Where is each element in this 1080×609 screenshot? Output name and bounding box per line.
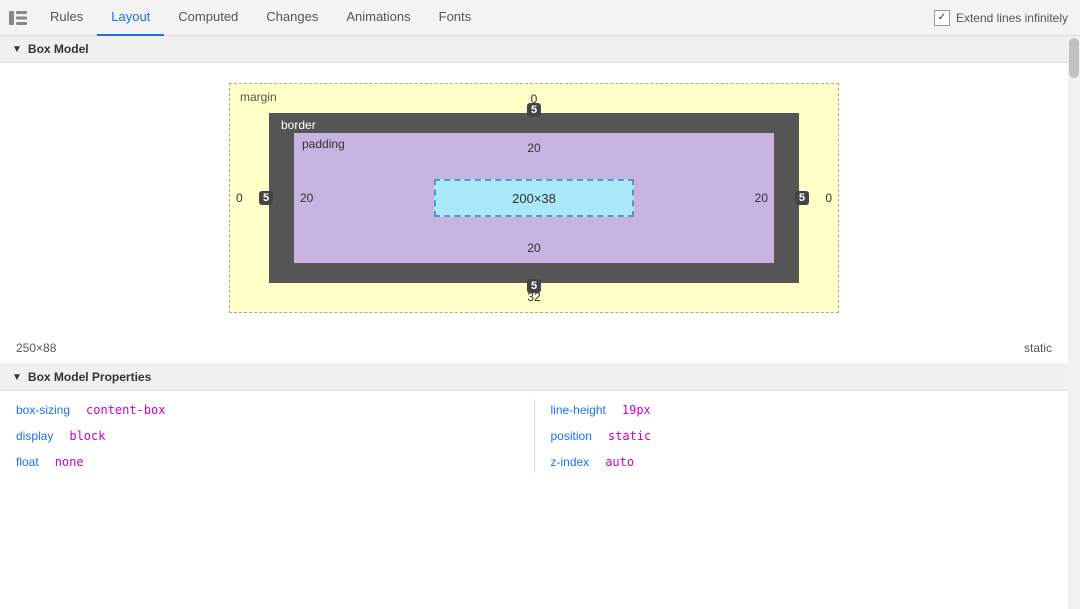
- element-position-value: static: [1024, 341, 1052, 355]
- extend-lines-checkbox[interactable]: ✓: [934, 10, 950, 26]
- prop-value-line-height: 19px: [622, 399, 659, 421]
- prop-row-z-index: z-index auto: [551, 451, 1053, 473]
- prop-row-box-sizing: box-sizing content-box: [16, 399, 518, 421]
- prop-name-display: display: [16, 425, 61, 447]
- tab-fonts[interactable]: Fonts: [425, 0, 486, 36]
- border-left-value: 5: [259, 191, 273, 205]
- border-label: border: [277, 117, 320, 133]
- tab-bar: Rules Layout Computed Changes Animations…: [0, 0, 1080, 36]
- margin-left-value: 0: [236, 191, 243, 205]
- properties-divider: [534, 399, 535, 473]
- margin-right-value: 0: [825, 191, 832, 205]
- padding-top-value: 20: [527, 141, 540, 155]
- padding-right-value: 20: [755, 191, 768, 205]
- scrollbar[interactable]: [1068, 36, 1080, 609]
- box-model-properties-title: Box Model Properties: [28, 370, 151, 384]
- border-bottom-value: 5: [527, 279, 541, 293]
- border-top-value: 5: [527, 103, 541, 117]
- main-content: ▼ Box Model margin 0 0 0 32 border 5 5: [0, 36, 1080, 609]
- extend-lines-label: Extend lines infinitely: [956, 11, 1068, 25]
- border-right-value: 5: [795, 191, 809, 205]
- prop-name-position: position: [551, 425, 600, 447]
- border-box: border 5 5 5 5 padding 20 20 20 20: [269, 113, 799, 283]
- box-diagram: margin 0 0 0 32 border 5 5 5 5 paddi: [229, 83, 839, 313]
- content-size-label: 200×38: [512, 191, 556, 206]
- properties-grid: box-sizing content-box display block flo…: [0, 391, 1068, 481]
- box-model-diagram: margin 0 0 0 32 border 5 5 5 5 paddi: [0, 63, 1068, 333]
- tab-animations[interactable]: Animations: [332, 0, 424, 36]
- extend-lines-area: ✓ Extend lines infinitely: [934, 10, 1076, 26]
- prop-value-z-index: auto: [605, 451, 642, 473]
- prop-row-float: float none: [16, 451, 518, 473]
- scrollbar-thumb[interactable]: [1069, 38, 1079, 78]
- margin-label: margin: [240, 90, 277, 104]
- margin-box: margin 0 0 0 32 border 5 5 5 5 paddi: [229, 83, 839, 313]
- content-box: 200×38: [434, 179, 634, 217]
- tab-rules[interactable]: Rules: [36, 0, 97, 36]
- prop-value-position: static: [608, 425, 659, 447]
- properties-right-column: line-height 19px position static z-index…: [551, 399, 1053, 473]
- tab-changes[interactable]: Changes: [252, 0, 332, 36]
- element-size-value: 250×88: [16, 341, 56, 355]
- padding-bottom-value: 20: [527, 241, 540, 255]
- tab-computed[interactable]: Computed: [164, 0, 252, 36]
- prop-value-float: none: [55, 451, 92, 473]
- prop-value-display: block: [69, 425, 113, 447]
- properties-left-column: box-sizing content-box display block flo…: [16, 399, 518, 473]
- prop-name-box-sizing: box-sizing: [16, 399, 78, 421]
- panel-toggle-button[interactable]: [4, 4, 32, 32]
- prop-name-z-index: z-index: [551, 451, 598, 473]
- padding-label: padding: [302, 137, 345, 151]
- padding-left-value: 20: [300, 191, 313, 205]
- box-model-section-header[interactable]: ▼ Box Model: [0, 36, 1068, 63]
- prop-row-line-height: line-height 19px: [551, 399, 1053, 421]
- prop-value-box-sizing: content-box: [86, 399, 173, 421]
- prop-row-display: display block: [16, 425, 518, 447]
- box-model-props-triangle-icon: ▼: [12, 372, 22, 383]
- prop-name-float: float: [16, 451, 47, 473]
- layout-panel: ▼ Box Model margin 0 0 0 32 border 5 5: [0, 36, 1068, 609]
- box-model-triangle-icon: ▼: [12, 44, 22, 55]
- tab-layout[interactable]: Layout: [97, 0, 164, 36]
- element-size-line: 250×88 static: [0, 333, 1068, 364]
- prop-name-line-height: line-height: [551, 399, 614, 421]
- prop-row-position: position static: [551, 425, 1053, 447]
- box-model-title: Box Model: [28, 42, 89, 56]
- padding-box: padding 20 20 20 20 200×38: [294, 133, 774, 263]
- box-model-properties-section-header[interactable]: ▼ Box Model Properties: [0, 364, 1068, 391]
